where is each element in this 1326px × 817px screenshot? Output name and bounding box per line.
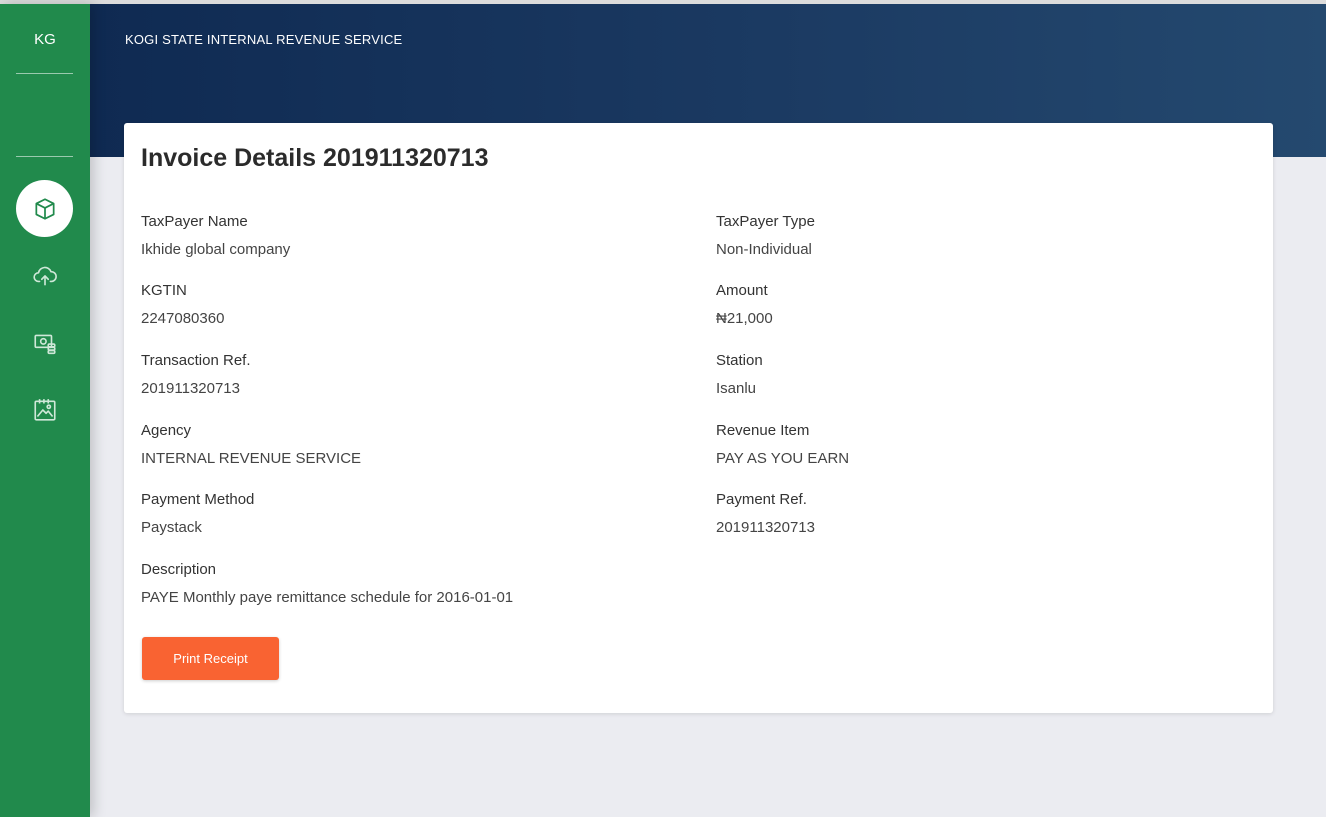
sidebar-item-reports[interactable] xyxy=(16,381,73,438)
sidebar-nav xyxy=(0,180,90,438)
field-kgtin: KGTIN 2247080360 xyxy=(141,282,224,327)
field-label: KGTIN xyxy=(141,282,187,299)
field-revenue-item: Revenue Item PAY AS YOU EARN xyxy=(716,422,849,467)
package-icon xyxy=(34,197,55,220)
field-agency: Agency INTERNAL REVENUE SERVICE xyxy=(141,422,361,467)
print-receipt-button[interactable]: Print Receipt xyxy=(142,637,279,680)
page-title: Invoice Details 201911320713 xyxy=(141,144,489,172)
sidebar-item-upload[interactable] xyxy=(16,247,73,304)
field-value: PAYE Monthly paye remittance schedule fo… xyxy=(141,589,514,606)
field-payment-ref: Payment Ref. 201911320713 xyxy=(716,491,815,536)
field-label: TaxPayer Name xyxy=(141,213,248,230)
field-value: PAY AS YOU EARN xyxy=(716,450,850,467)
field-transaction-ref: Transaction Ref. 201911320713 xyxy=(141,352,251,397)
field-label: Payment Ref. xyxy=(716,491,807,508)
field-label: TaxPayer Type xyxy=(716,213,815,230)
sidebar-item-invoices[interactable] xyxy=(16,180,73,237)
cloud-upload-icon xyxy=(32,266,57,285)
field-value: Non-Individual xyxy=(716,241,812,258)
field-label: Revenue Item xyxy=(716,422,810,439)
field-value: 201911320713 xyxy=(141,380,240,397)
field-value: Paystack xyxy=(141,519,202,536)
field-label: Agency xyxy=(141,422,192,439)
field-value: ₦21,000 xyxy=(716,310,773,327)
field-taxpayer-type: TaxPayer Type Non-Individual xyxy=(716,213,815,258)
field-taxpayer-name: TaxPayer Name Ikhide global company xyxy=(141,213,290,258)
field-label: Payment Method xyxy=(141,491,255,508)
sidebar-divider xyxy=(16,73,73,74)
sidebar-brand[interactable]: KG xyxy=(0,4,90,73)
field-label: Transaction Ref. xyxy=(141,352,251,369)
sidebar-divider xyxy=(16,156,73,157)
field-label: Station xyxy=(716,352,763,369)
money-icon xyxy=(33,334,56,354)
field-label: Amount xyxy=(716,282,768,299)
field-value: Isanlu xyxy=(716,380,757,397)
field-value: INTERNAL REVENUE SERVICE xyxy=(141,450,362,467)
field-station: Station Isanlu xyxy=(716,352,763,397)
field-value: 201911320713 xyxy=(716,519,815,536)
sidebar-item-payments[interactable] xyxy=(16,314,73,371)
field-value: Ikhide global company xyxy=(141,241,291,258)
field-description: Description PAYE Monthly paye remittance… xyxy=(141,561,513,606)
field-payment-method: Payment Method Paystack xyxy=(141,491,254,536)
image-report-icon xyxy=(33,398,56,421)
sidebar: KG xyxy=(0,4,90,817)
field-label: Description xyxy=(141,561,217,578)
header-title: KOGI STATE INTERNAL REVENUE SERVICE xyxy=(125,32,403,47)
invoice-card: Invoice Details 201911320713 TaxPayer Na… xyxy=(124,123,1273,713)
field-amount: Amount ₦21,000 xyxy=(716,282,773,327)
field-value: 2247080360 xyxy=(141,310,225,327)
